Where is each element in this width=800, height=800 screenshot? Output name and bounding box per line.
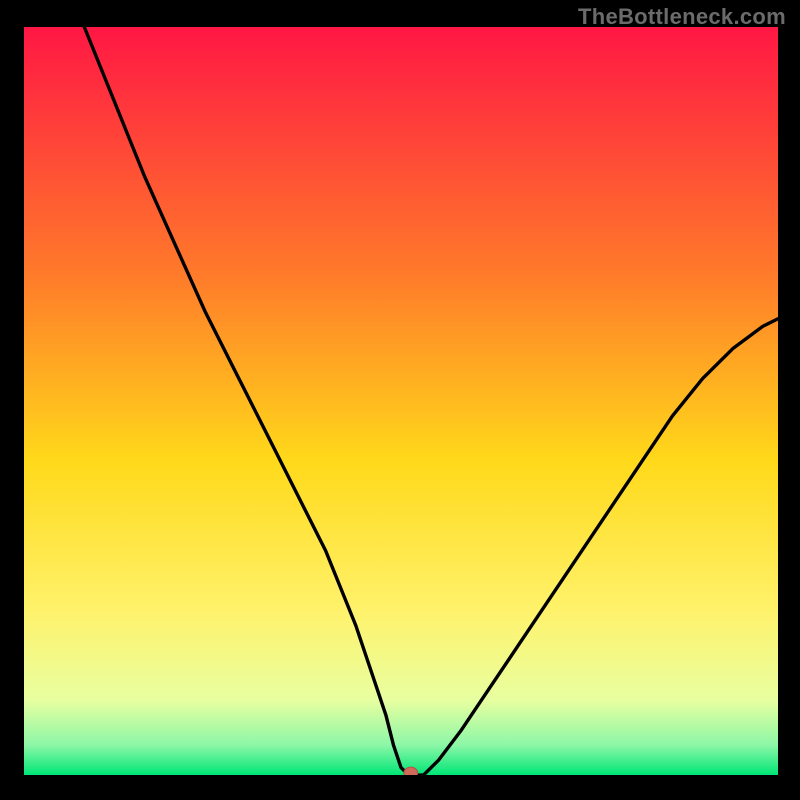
chart-frame: TheBottleneck.com (0, 0, 800, 800)
marker-dot (404, 767, 418, 775)
watermark-text: TheBottleneck.com (578, 4, 786, 30)
gradient-background (24, 27, 778, 775)
chart-svg (24, 27, 778, 775)
plot-area (24, 27, 778, 775)
